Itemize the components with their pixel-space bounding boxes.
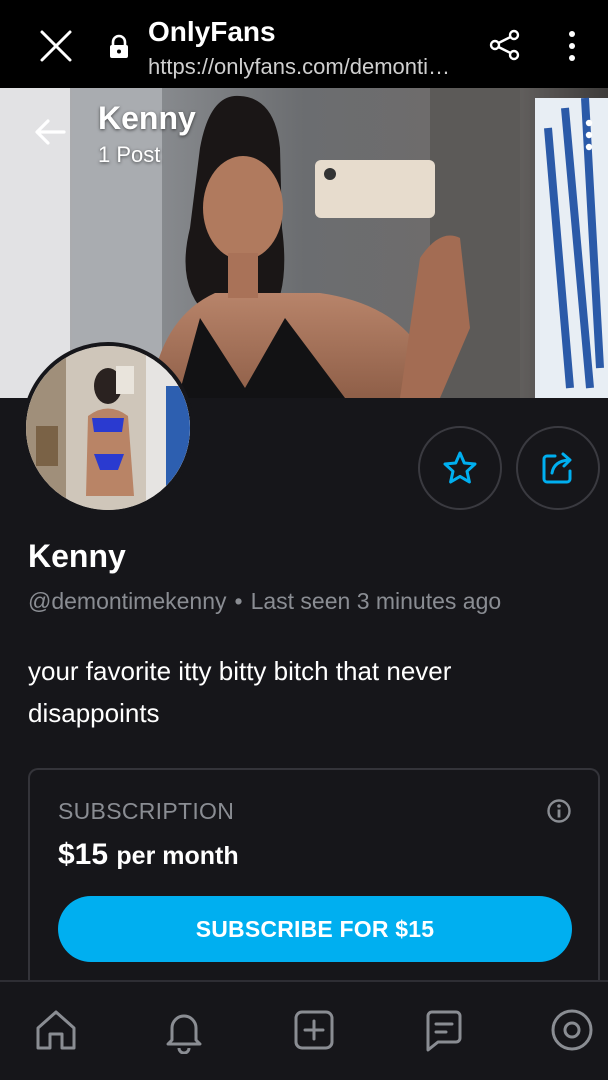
browser-title: OnlyFans [148,16,276,47]
browser-url[interactable]: https://onlyfans.com/demonti… [148,54,488,80]
price-period: per month [116,842,239,870]
meta-separator: • [234,588,243,614]
more-vertical-icon[interactable] [580,118,598,152]
back-arrow-icon[interactable] [30,112,70,152]
profile-bio: your favorite itty bitty bitch that neve… [28,656,452,728]
avatar[interactable] [22,342,194,514]
subscription-card: SUBSCRIPTION $15 per month SUBSCRIBE FOR… [28,768,600,1008]
profile-handle: @demontimekenny [28,588,227,614]
subscription-price: $15 per month [58,838,239,872]
share-out-icon [542,452,572,484]
share-profile-button[interactable] [516,426,600,510]
close-icon[interactable] [36,26,76,66]
message-icon[interactable] [420,1006,468,1054]
profile-icon[interactable] [548,1006,596,1054]
bell-icon[interactable] [160,1006,208,1054]
subscribe-button[interactable]: SUBSCRIBE FOR $15 [58,896,572,962]
cover-name: Kenny [98,100,196,136]
star-icon [443,451,477,484]
profile-meta: @demontimekenny • Last seen 3 minutes ago [28,588,501,615]
subscription-label: SUBSCRIPTION [58,798,235,824]
home-icon[interactable] [32,1006,80,1054]
share-icon[interactable] [488,28,522,62]
kebab-icon[interactable] [560,28,584,64]
post-count[interactable]: 1 Post [98,142,160,168]
price-amount: $15 [58,838,109,871]
bottom-navigation [0,980,608,1080]
info-icon[interactable] [546,798,572,824]
browser-top-bar: OnlyFans https://onlyfans.com/demonti… [0,0,608,88]
profile-name: Kenny [28,538,126,574]
plus-square-icon[interactable] [290,1006,338,1054]
last-seen: Last seen 3 minutes ago [250,588,502,614]
avatar-photo [26,346,190,510]
favorite-button[interactable] [418,426,502,510]
lock-icon [110,34,128,58]
